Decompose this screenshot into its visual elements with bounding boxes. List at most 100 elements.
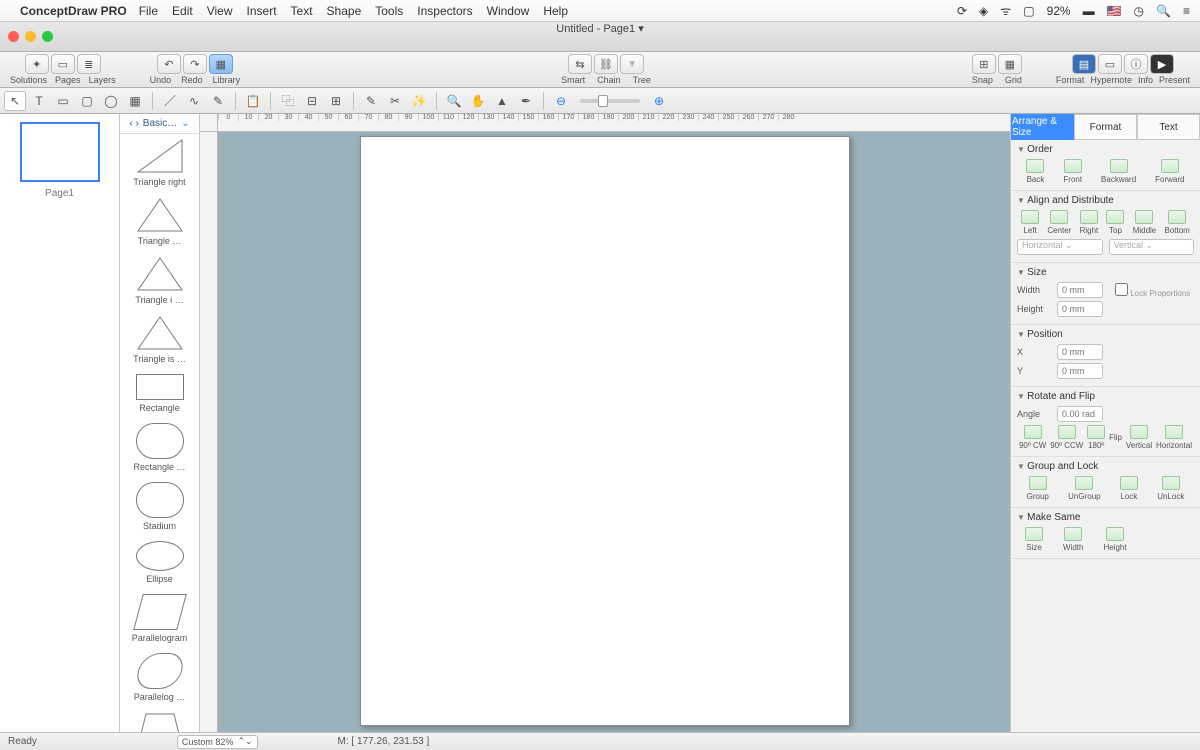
align-tool[interactable]: ⊟: [301, 91, 323, 111]
spotlight-icon[interactable]: 🔍: [1156, 4, 1171, 18]
library-list[interactable]: Triangle rightTriangle …Triangle i …Tria…: [120, 134, 199, 732]
crop-tool[interactable]: ▲: [491, 91, 513, 111]
section-rotate[interactable]: Rotate and Flip: [1017, 391, 1194, 402]
menu-help[interactable]: Help: [543, 4, 568, 18]
flip-horizontal-button[interactable]: [1165, 425, 1183, 439]
redo-button[interactable]: ↷: [183, 54, 207, 74]
section-same[interactable]: Make Same: [1017, 512, 1194, 523]
order-back-button[interactable]: [1026, 159, 1044, 173]
rotate-ccw-button[interactable]: [1058, 425, 1076, 439]
battery-percent[interactable]: 92%: [1047, 4, 1071, 18]
library-shape-item[interactable]: Parallelog …: [120, 653, 199, 702]
section-group[interactable]: Group and Lock: [1017, 461, 1194, 472]
magic-tool[interactable]: ✨: [408, 91, 430, 111]
library-shape-item[interactable]: Stadium: [120, 482, 199, 531]
menu-file[interactable]: File: [139, 4, 158, 18]
menu-text[interactable]: Text: [291, 4, 313, 18]
zoom-window-button[interactable]: [42, 31, 53, 42]
format-button[interactable]: ▤: [1072, 54, 1096, 74]
battery-icon[interactable]: ▬: [1083, 4, 1095, 18]
library-shape-item[interactable]: Triangle …: [120, 197, 199, 246]
grid-button[interactable]: ▦: [998, 54, 1022, 74]
menu-edit[interactable]: Edit: [172, 4, 193, 18]
present-button[interactable]: ▶: [1150, 54, 1174, 74]
flip-vertical-button[interactable]: [1130, 425, 1148, 439]
align-top-button[interactable]: [1106, 210, 1124, 224]
undo-button[interactable]: ↶: [157, 54, 181, 74]
zoom-tool[interactable]: 🔍: [443, 91, 465, 111]
same-height-button[interactable]: [1106, 527, 1124, 541]
curve-tool[interactable]: ∿: [183, 91, 205, 111]
order-front-button[interactable]: [1064, 159, 1082, 173]
canvas-area[interactable]: 0102030405060708090100110120130140150160…: [200, 114, 1010, 732]
menu-view[interactable]: View: [207, 4, 233, 18]
library-shape-item[interactable]: Triangle i …: [120, 256, 199, 305]
zoom-in-button[interactable]: ⊕: [648, 91, 670, 111]
tab-arrange-size[interactable]: Arrange & Size: [1011, 114, 1074, 140]
order-forward-button[interactable]: [1161, 159, 1179, 173]
diamond-icon[interactable]: ◈: [979, 4, 988, 18]
library-button[interactable]: ▦: [209, 54, 233, 74]
edit-tool[interactable]: ✎: [360, 91, 382, 111]
minimize-window-button[interactable]: [25, 31, 36, 42]
group-tool[interactable]: ⿻: [277, 91, 299, 111]
library-shape-item[interactable]: Rectangle …: [120, 423, 199, 472]
grid-tool[interactable]: ▦: [124, 91, 146, 111]
smart-connector-button[interactable]: ⇆: [568, 54, 592, 74]
tree-connector-button[interactable]: ♆: [620, 54, 644, 74]
layers-button[interactable]: ≣: [77, 54, 101, 74]
menu-icon[interactable]: ≡: [1183, 4, 1190, 18]
unlock-button[interactable]: [1162, 476, 1180, 490]
clipboard-tool[interactable]: 📋: [242, 91, 264, 111]
section-order[interactable]: Order: [1017, 144, 1194, 155]
clock-icon[interactable]: ◷: [1134, 4, 1144, 18]
align-bottom-button[interactable]: [1168, 210, 1186, 224]
library-shape-item[interactable]: Rectangle: [120, 374, 199, 413]
menu-insert[interactable]: Insert: [247, 4, 277, 18]
menu-inspectors[interactable]: Inspectors: [417, 4, 472, 18]
rotate-cw-button[interactable]: [1024, 425, 1042, 439]
app-name[interactable]: ConceptDraw PRO: [20, 4, 127, 18]
zoom-out-button[interactable]: ⊖: [550, 91, 572, 111]
height-input[interactable]: [1057, 301, 1103, 317]
menu-tools[interactable]: Tools: [375, 4, 403, 18]
same-width-button[interactable]: [1064, 527, 1082, 541]
distribute-horizontal-select[interactable]: Horizontal ⌄: [1017, 239, 1103, 255]
distribute-tool[interactable]: ⊞: [325, 91, 347, 111]
solutions-button[interactable]: ✦: [25, 54, 49, 74]
ellipse-tool[interactable]: ◯: [100, 91, 122, 111]
menu-shape[interactable]: Shape: [327, 4, 362, 18]
tab-text[interactable]: Text: [1137, 114, 1200, 140]
order-backward-button[interactable]: [1110, 159, 1128, 173]
align-middle-button[interactable]: [1135, 210, 1153, 224]
section-size[interactable]: Size: [1017, 267, 1194, 278]
menu-window[interactable]: Window: [487, 4, 530, 18]
group-button[interactable]: [1029, 476, 1047, 490]
align-left-button[interactable]: [1021, 210, 1039, 224]
width-input[interactable]: [1057, 282, 1103, 298]
pointer-tool[interactable]: ↖: [4, 91, 26, 111]
wifi-icon[interactable]: ᯤ: [1000, 2, 1011, 19]
text-tool[interactable]: T: [28, 91, 50, 111]
sync-icon[interactable]: ⟳: [957, 4, 967, 18]
display-icon[interactable]: ▢: [1023, 4, 1034, 18]
ungroup-button[interactable]: [1075, 476, 1093, 490]
y-input[interactable]: [1057, 363, 1103, 379]
snap-button[interactable]: ⊞: [972, 54, 996, 74]
info-button[interactable]: ⓘ: [1124, 54, 1148, 74]
library-shape-item[interactable]: Parallelogram: [120, 594, 199, 643]
flag-icon[interactable]: 🇺🇸: [1107, 4, 1122, 18]
erase-tool[interactable]: ✂: [384, 91, 406, 111]
library-shape-item[interactable]: Ellipse: [120, 541, 199, 584]
same-size-button[interactable]: [1025, 527, 1043, 541]
distribute-vertical-select[interactable]: Vertical ⌄: [1109, 239, 1195, 255]
angle-input[interactable]: [1057, 406, 1103, 422]
library-header[interactable]: ‹ ›Basic…⌄: [120, 114, 199, 134]
x-input[interactable]: [1057, 344, 1103, 360]
chain-connector-button[interactable]: ⛓: [594, 54, 618, 74]
line-tool[interactable]: ／: [159, 91, 181, 111]
align-center-button[interactable]: [1050, 210, 1068, 224]
zoom-slider[interactable]: [580, 99, 640, 103]
hypernote-button[interactable]: ▭: [1098, 54, 1122, 74]
library-shape-item[interactable]: Triangle is …: [120, 315, 199, 364]
